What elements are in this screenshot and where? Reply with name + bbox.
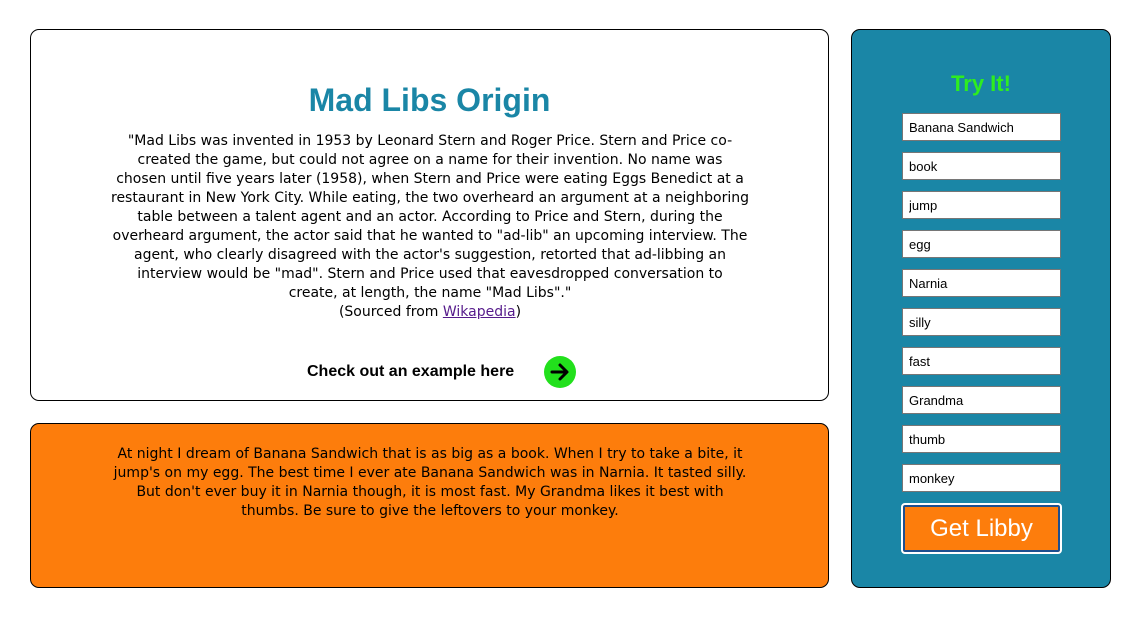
get-libby-button[interactable]: Get Libby (901, 503, 1062, 554)
source-line: (Sourced from Wikapedia) (111, 303, 749, 322)
try-it-title: Try It! (951, 71, 1011, 96)
word-input-6[interactable] (902, 308, 1061, 336)
word-input-5[interactable] (902, 269, 1061, 297)
origin-quote: "Mad Libs was invented in 1953 by Leonar… (111, 133, 749, 301)
example-row: Check out an example here (307, 356, 577, 388)
story-text: At night I dream of Banana Sandwich that… (113, 446, 747, 519)
example-label: Check out an example here (307, 363, 515, 380)
word-input-8[interactable] (902, 386, 1061, 414)
word-input-2[interactable] (902, 152, 1061, 180)
source-prefix: (Sourced from (338, 304, 443, 320)
origin-card: Mad Libs Origin "Mad Libs was invented i… (30, 29, 829, 401)
word-input-4[interactable] (902, 230, 1061, 258)
origin-body: "Mad Libs was invented in 1953 by Leonar… (111, 132, 749, 322)
word-input-1[interactable] (902, 113, 1061, 141)
origin-title: Mad Libs Origin (308, 82, 551, 118)
source-suffix: ) (515, 304, 522, 320)
word-input-10[interactable] (902, 464, 1061, 492)
try-it-panel: Try It! Get Libby (851, 29, 1111, 588)
arrow-right-circle-icon[interactable] (544, 356, 577, 388)
word-input-3[interactable] (902, 191, 1061, 219)
wikipedia-link[interactable]: Wikapedia (443, 304, 516, 320)
arrow-right-glyph (550, 363, 569, 381)
word-input-9[interactable] (902, 425, 1061, 453)
story-card: At night I dream of Banana Sandwich that… (30, 423, 829, 588)
word-input-7[interactable] (902, 347, 1061, 375)
